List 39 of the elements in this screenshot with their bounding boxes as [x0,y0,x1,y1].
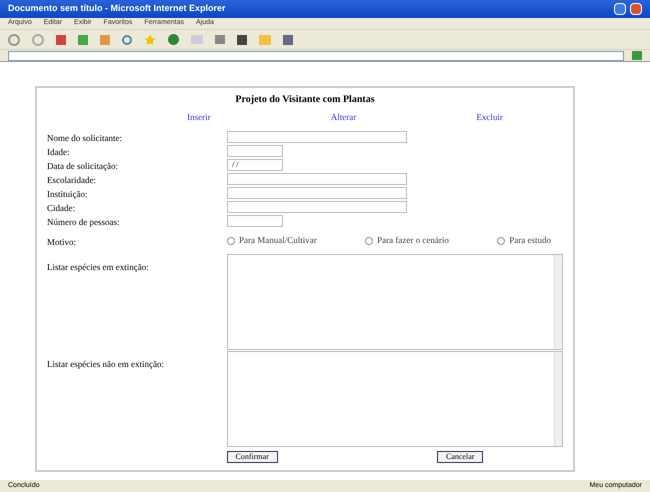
input-field[interactable] [227,201,407,213]
text-area[interactable] [227,350,563,446]
input-field[interactable] [227,131,407,143]
form-title: Projeto do Visitante com Plantas [235,93,375,107]
field-label: Instituição: [47,189,88,199]
back-icon[interactable] [8,34,20,46]
field-label: Nome do solicitante: [47,133,122,143]
radio-button[interactable] [497,236,506,244]
field-label: Número de pessoas: [47,217,120,227]
radio-button[interactable] [227,236,235,244]
nav-link[interactable]: Inserir [187,111,211,124]
nav-link[interactable]: Alterar [330,111,356,124]
field-label: Listar espécies não em extinção: [47,358,164,368]
form-button[interactable]: Cancelar [436,450,484,462]
field-label: Cidade: [47,203,75,213]
radio-label: Para estudo [509,234,551,247]
scrollbar[interactable] [554,352,562,446]
input-field[interactable]: / / [227,159,283,171]
window-title: Documento sem título - Microsoft Internet Explorer [8,2,226,16]
input-field[interactable] [227,145,283,157]
field-label: Escolaridade: [47,175,96,185]
field-label: Data de solicitação: [47,161,118,171]
minimize-button[interactable] [614,3,626,15]
form-button[interactable]: Confirmar [226,450,278,462]
star-icon[interactable] [144,34,156,46]
radio-button[interactable] [365,236,374,244]
input-field[interactable] [227,215,283,227]
text-area[interactable] [227,254,563,350]
input-field[interactable] [227,187,407,199]
scrollbar[interactable] [554,254,562,348]
radio-label: Para Manual/Cultivar [239,234,317,247]
field-label: Idade: [47,147,70,157]
input-field[interactable] [227,173,407,185]
close-button[interactable] [630,3,642,15]
field-label: Listar espécies em extinção: [47,262,149,272]
address-field[interactable] [8,50,624,60]
field-label: Motivo: [47,236,76,246]
nav-link[interactable]: Excluir [476,111,503,124]
radio-label: Para fazer o cenário [377,234,449,247]
